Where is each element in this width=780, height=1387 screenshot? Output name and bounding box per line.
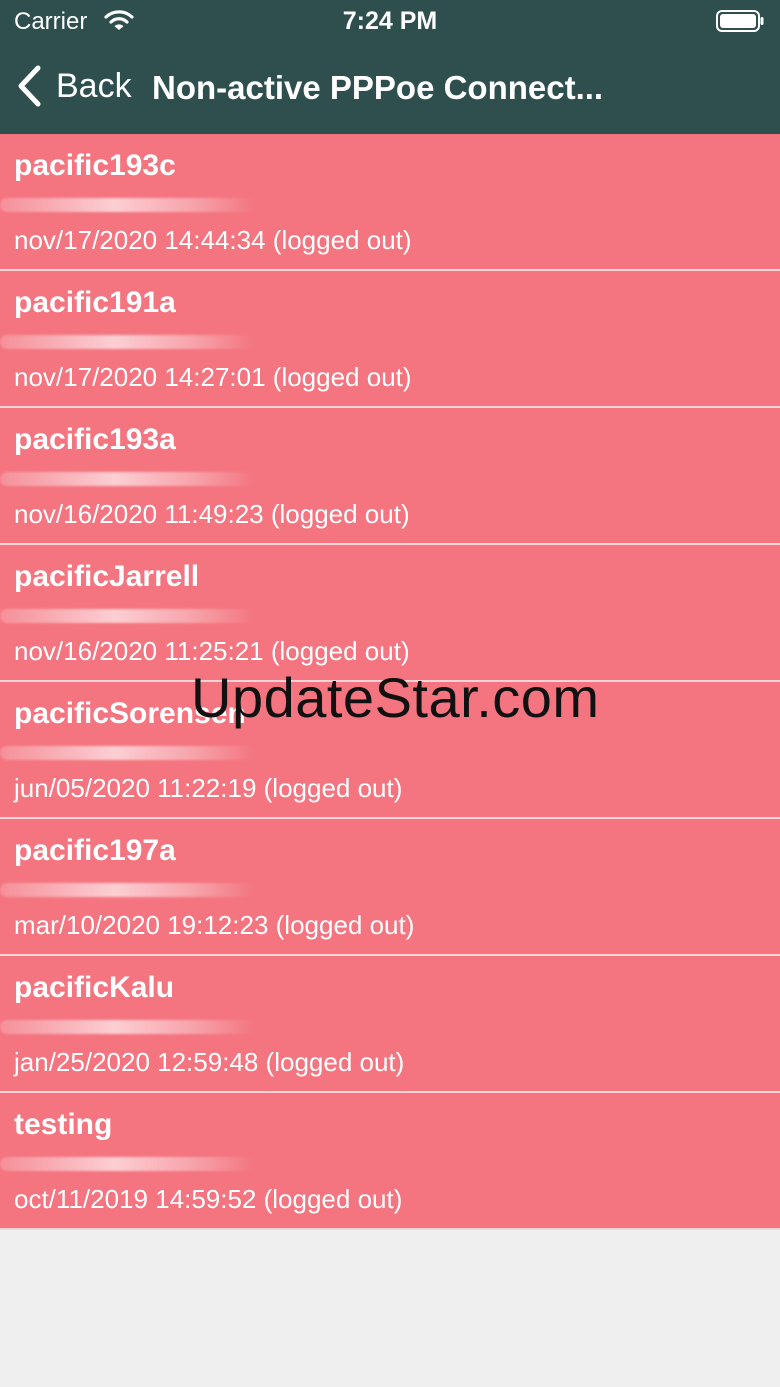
header: Carrier 7:24 PM Back Non-active PPPoe Co… [0,0,780,134]
list-item[interactable]: pacific193c nov/17/2020 14:44:34 (logged … [0,134,780,271]
redacted-address [0,609,255,623]
back-button-label: Back [56,66,132,105]
redacted-address [0,1020,255,1034]
redacted-address [0,883,255,897]
chevron-left-icon [18,65,41,107]
redacted-address [0,472,255,486]
connection-name: pacificJarrell [14,560,200,593]
navigation-bar: Back Non-active PPPoe Connect... [0,42,780,134]
list-item[interactable]: testing oct/11/2019 14:59:52 (logged out) [0,1093,780,1230]
list-item[interactable]: pacificSorensen jun/05/2020 11:22:19 (log… [0,682,780,819]
back-button[interactable]: Back [16,62,132,110]
connection-timestamp: jan/25/2020 12:59:48 (logged out) [14,1047,405,1077]
list-item[interactable]: pacific191a nov/17/2020 14:27:01 (logged … [0,271,780,408]
connection-name: pacificSorensen [14,697,246,730]
redacted-address [0,746,255,760]
list-item[interactable]: pacificKalu jan/25/2020 12:59:48 (logged … [0,956,780,1093]
connection-timestamp: oct/11/2019 14:59:52 (logged out) [14,1184,403,1214]
list-item[interactable]: pacific197a mar/10/2020 19:12:23 (logged … [0,819,780,956]
connection-timestamp: nov/16/2020 11:49:23 (logged out) [14,499,410,529]
connection-name: pacificKalu [14,971,175,1004]
page-title: Non-active PPPoe Connect... [152,69,604,106]
list-item[interactable]: pacific193a nov/16/2020 11:49:23 (logged … [0,408,780,545]
status-bar: Carrier 7:24 PM [0,0,780,42]
redacted-address [0,198,255,212]
screen: Carrier 7:24 PM Back Non-active PPPoe Co… [0,0,780,1387]
connection-name: pacific193c [14,149,176,182]
battery-icon [716,10,764,32]
redacted-address [0,1157,255,1171]
list-item[interactable]: pacificJarrell nov/16/2020 11:25:21 (logg… [0,545,780,682]
connection-name: pacific193a [14,423,176,456]
clock: 7:24 PM [342,7,438,35]
connection-timestamp: jun/05/2020 11:22:19 (logged out) [14,773,403,803]
connection-name: pacific197a [14,834,176,867]
connection-name: testing [14,1108,113,1141]
connection-timestamp: mar/10/2020 19:12:23 (logged out) [14,910,415,940]
connection-timestamp: nov/17/2020 14:44:34 (logged out) [14,225,412,255]
connection-timestamp: nov/16/2020 11:25:21 (logged out) [14,636,410,666]
connection-list: pacific193c nov/17/2020 14:44:34 (logged … [0,134,780,1230]
redacted-address [0,335,255,349]
connection-name: pacific191a [14,286,176,319]
connection-timestamp: nov/17/2020 14:27:01 (logged out) [14,362,412,392]
